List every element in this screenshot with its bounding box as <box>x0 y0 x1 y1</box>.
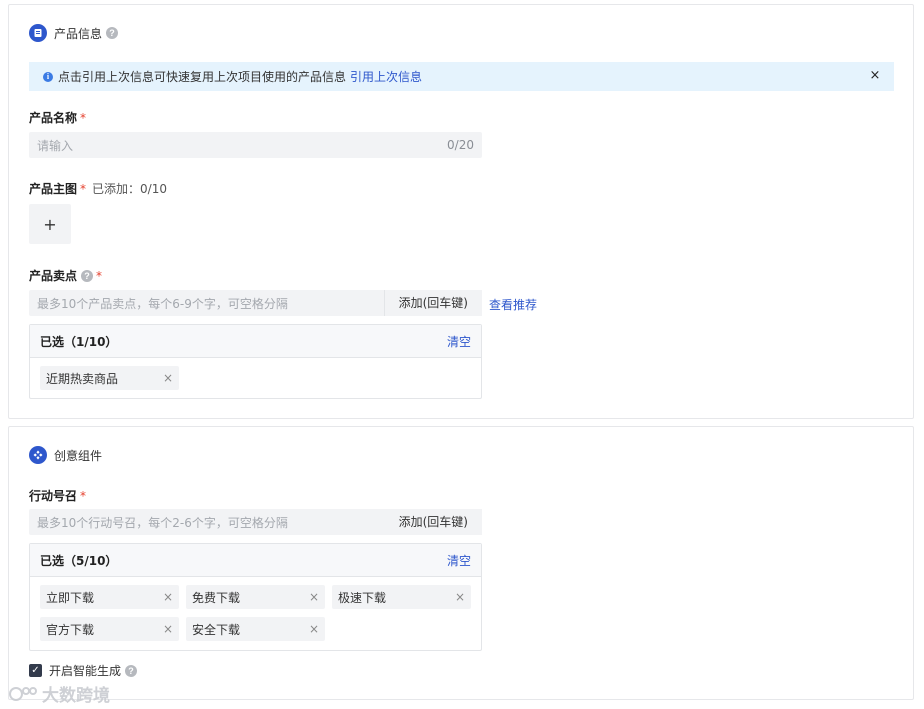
selected-tag: 极速下载 × <box>332 585 471 609</box>
required-mark: * <box>96 268 103 283</box>
close-icon[interactable]: × <box>868 69 882 83</box>
checkbox-checked-icon[interactable]: ✓ <box>29 664 42 677</box>
view-recommendations-link[interactable]: 查看推荐 <box>489 296 537 313</box>
creative-components-card: 创意组件 行动号召 * 最多10个行动号召，每个2-6个字，可空格分隔 添加(回车… <box>8 426 914 700</box>
selected-selling-points: 已选（1/10） 清空 近期热卖商品 × <box>29 324 482 399</box>
help-icon[interactable]: ? <box>125 664 138 677</box>
label-text: 产品名称 <box>29 111 78 125</box>
selected-count: 已选（5/10） <box>40 553 118 568</box>
section-title: 产品信息 <box>54 26 103 41</box>
smart-generation-toggle[interactable]: ✓ 开启智能生成 ? <box>29 662 138 679</box>
selected-header: 已选（5/10） 清空 <box>30 544 481 577</box>
reuse-last-info-link[interactable]: 引用上次信息 <box>350 68 422 85</box>
section-title: 创意组件 <box>54 448 103 463</box>
help-icon[interactable]: ? <box>81 269 94 282</box>
tag-label: 立即下载 <box>46 590 95 605</box>
required-mark: * <box>80 110 87 125</box>
remove-tag-icon[interactable]: × <box>455 590 465 604</box>
product-image-label: 产品主图 * 已添加：0/10 <box>29 180 167 197</box>
selected-tag: 官方下载 × <box>40 617 179 641</box>
cta-label: 行动号召 * <box>29 487 86 504</box>
selected-tag: 安全下载 × <box>186 617 325 641</box>
add-selling-point-button[interactable]: 添加(回车键) <box>383 290 482 316</box>
remove-tag-icon[interactable]: × <box>163 622 173 636</box>
info-icon: i <box>43 71 53 82</box>
tag-label: 官方下载 <box>46 622 95 637</box>
upload-image-button[interactable]: + <box>29 204 71 244</box>
creative-header: 创意组件 <box>29 446 102 464</box>
help-icon[interactable]: ? <box>106 27 119 39</box>
info-notice: i 点击引用上次信息可快速复用上次项目使用的产品信息 引用上次信息 × <box>29 62 894 91</box>
tag-label: 近期热卖商品 <box>46 371 119 386</box>
label-text: 产品卖点 <box>29 269 78 283</box>
selected-tag: 立即下载 × <box>40 585 179 609</box>
selected-tag: 近期热卖商品 × <box>40 366 179 390</box>
product-name-input[interactable]: 请输入 0/20 <box>29 132 482 158</box>
tag-label: 安全下载 <box>192 622 241 637</box>
tag-list: 立即下载 × 免费下载 × 极速下载 × 官方下载 × 安全下载 × <box>30 577 481 649</box>
add-cta-button[interactable]: 添加(回车键) <box>384 509 482 535</box>
watermark-text: 大数跨境 <box>42 686 110 706</box>
input-placeholder: 请输入 <box>37 138 74 153</box>
selected-header: 已选（1/10） 清空 <box>30 325 481 358</box>
remove-tag-icon[interactable]: × <box>309 622 319 636</box>
tag-label: 极速下载 <box>338 590 387 605</box>
remove-tag-icon[interactable]: × <box>163 371 173 385</box>
tag-label: 免费下载 <box>192 590 241 605</box>
required-mark: * <box>80 181 87 196</box>
selected-tag: 免费下载 × <box>186 585 325 609</box>
clear-button[interactable]: 清空 <box>447 552 471 569</box>
required-mark: * <box>80 488 87 503</box>
smart-generation-label: 开启智能生成 <box>49 664 122 678</box>
cta-input[interactable]: 最多10个行动号召，每个2-6个字，可空格分隔 添加(回车键) <box>29 509 482 535</box>
product-info-card: 产品信息 ? i 点击引用上次信息可快速复用上次项目使用的产品信息 引用上次信息… <box>8 4 914 419</box>
product-info-header: 产品信息 ? <box>29 24 119 42</box>
selected-count: 已选（1/10） <box>40 334 118 349</box>
tag-list: 近期热卖商品 × <box>30 358 481 398</box>
watermark-logo-icon <box>9 686 37 701</box>
components-icon <box>29 446 47 464</box>
watermark: 大数跨境 <box>8 681 110 706</box>
label-text: 产品主图 <box>29 182 78 196</box>
selected-cta: 已选（5/10） 清空 立即下载 × 免费下载 × 极速下载 × 官方下载 × 安全下载 × <box>29 543 482 651</box>
remove-tag-icon[interactable]: × <box>163 590 173 604</box>
label-text: 行动号召 <box>29 489 78 503</box>
clear-button[interactable]: 清空 <box>447 333 471 350</box>
product-name-label: 产品名称 * <box>29 109 86 126</box>
remove-tag-icon[interactable]: × <box>309 590 319 604</box>
document-icon <box>29 24 47 42</box>
notice-text: 点击引用上次信息可快速复用上次项目使用的产品信息 <box>58 70 347 84</box>
image-count: 已添加：0/10 <box>92 182 167 196</box>
char-counter: 0/20 <box>447 138 474 152</box>
selling-points-input[interactable]: 最多10个产品卖点，每个6-9个字，可空格分隔 添加(回车键) <box>29 290 482 316</box>
selling-points-label: 产品卖点 ? * <box>29 267 102 284</box>
